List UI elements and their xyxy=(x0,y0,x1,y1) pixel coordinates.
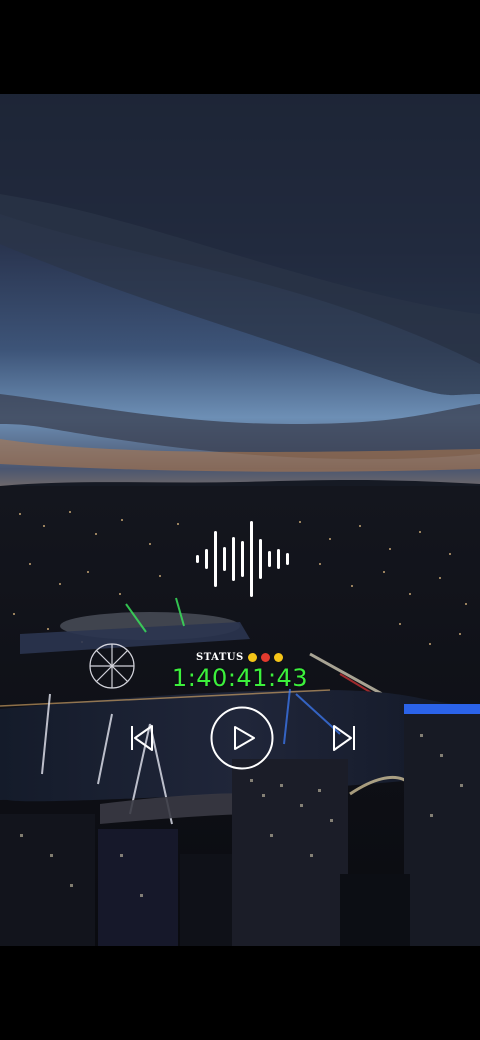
audio-waveform-icon xyxy=(196,521,290,597)
elapsed-time-display: 1:40:41:43 xyxy=(171,664,309,692)
status-dot xyxy=(273,652,283,662)
play-icon xyxy=(210,706,274,770)
skip-previous-icon xyxy=(131,725,153,751)
status-label: STATUS xyxy=(196,651,244,663)
status-indicator: STATUS xyxy=(196,650,283,664)
status-dot xyxy=(247,652,257,662)
status-dot xyxy=(260,652,270,662)
play-button[interactable] xyxy=(210,706,274,770)
next-button[interactable] xyxy=(330,723,358,753)
skip-next-icon xyxy=(333,725,355,751)
previous-button[interactable] xyxy=(128,723,156,753)
player-overlay: STATUS 1:40:41:43 xyxy=(0,0,480,1040)
